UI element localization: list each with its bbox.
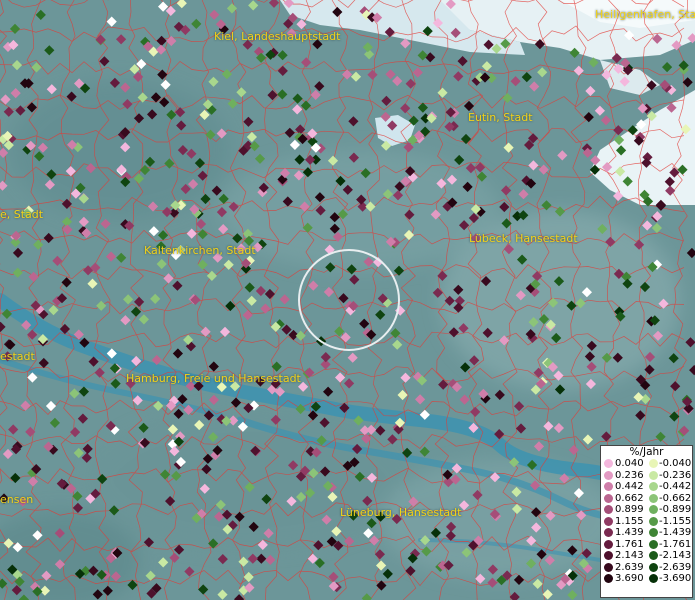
legend-swatch-negative xyxy=(649,493,658,503)
legend-value-positive: 0.236 xyxy=(615,469,644,481)
legend-swatch-positive xyxy=(604,539,613,549)
city-label-kiel: Kiel, Landeshauptstadt xyxy=(214,30,341,43)
city-label-stadt-west: e, Stadt xyxy=(0,208,44,221)
legend-swatch-positive xyxy=(604,516,613,526)
legend-swatch-negative xyxy=(649,516,658,526)
map-legend: %/Jahr 0.040 -0.040 0.236 -0.236 0.442 -0.442… xyxy=(600,445,693,598)
legend-row: 0.236 -0.236 xyxy=(601,470,692,482)
legend-value-negative: -3.690 xyxy=(659,573,692,584)
legend-swatch-positive xyxy=(604,562,613,572)
legend-swatch-negative xyxy=(649,562,658,572)
legend-swatch-negative xyxy=(649,459,658,468)
legend-value-positive: 2.143 xyxy=(615,550,644,561)
city-label-eutin: Eutin, Stadt xyxy=(468,111,533,124)
legend-value-negative: -2.639 xyxy=(659,561,692,573)
map-view[interactable]: Kiel, Landeshauptstadt Heiligenhafen, St… xyxy=(0,0,695,600)
legend-value-positive: 1.761 xyxy=(615,538,644,550)
legend-swatch-negative xyxy=(649,470,658,480)
legend-value-positive: 1.155 xyxy=(615,515,644,527)
city-label-lueneburg: Lüneburg, Hansestadt xyxy=(340,506,462,519)
legend-row: 3.690 -3.690 xyxy=(601,573,692,585)
legend-row: 1.761 -1.761 xyxy=(601,539,692,551)
legend-swatch-negative xyxy=(649,505,658,514)
legend-value-negative: -0.899 xyxy=(659,504,692,515)
legend-row: 2.639 -2.639 xyxy=(601,562,692,574)
legend-row: 0.662 -0.662 xyxy=(601,493,692,505)
legend-value-negative: -0.442 xyxy=(659,481,692,492)
legend-value-negative: -0.236 xyxy=(659,469,692,481)
legend-swatch-negative xyxy=(649,574,658,583)
legend-swatch-negative xyxy=(649,551,658,560)
city-label-hansestadt-west: estadt xyxy=(0,350,35,363)
legend-swatch-positive xyxy=(604,482,613,491)
legend-row: 2.143 -2.143 xyxy=(601,550,692,562)
city-label-luebeck: Lübeck, Hansestadt xyxy=(469,232,578,245)
legend-value-positive: 0.040 xyxy=(615,458,644,469)
legend-unit: %/Jahr xyxy=(629,446,664,458)
city-label-heiligenhafen: Heiligenhafen, Stadt xyxy=(595,8,695,21)
legend-rows: 0.040 -0.040 0.236 -0.236 0.442 -0.442 0.662 -0… xyxy=(601,458,692,585)
legend-swatch-positive xyxy=(604,459,613,468)
legend-swatch-negative xyxy=(649,482,658,491)
legend-row: 0.040 -0.040 xyxy=(601,458,692,470)
legend-value-positive: 3.690 xyxy=(615,573,644,584)
legend-value-negative: -0.040 xyxy=(659,458,692,469)
legend-value-negative: -1.761 xyxy=(659,538,692,550)
legend-swatch-positive xyxy=(604,551,613,560)
legend-row: 0.442 -0.442 xyxy=(601,481,692,493)
city-label-ensen: ensen xyxy=(0,493,34,506)
city-label-kaltenkirchen: Kaltenkirchen, Stadt xyxy=(144,244,256,257)
legend-value-negative: -1.155 xyxy=(659,515,692,527)
legend-row: 1.155 -1.155 xyxy=(601,516,692,528)
legend-row: 1.439 -1.439 xyxy=(601,527,692,539)
legend-value-negative: -1.439 xyxy=(659,527,692,538)
legend-swatch-positive xyxy=(604,470,613,480)
legend-swatch-negative xyxy=(649,528,658,537)
legend-swatch-positive xyxy=(604,493,613,503)
legend-swatch-positive xyxy=(604,574,613,583)
legend-value-negative: -2.143 xyxy=(659,550,692,561)
legend-swatch-positive xyxy=(604,505,613,514)
legend-value-positive: 2.639 xyxy=(615,561,644,573)
legend-value-positive: 0.899 xyxy=(615,504,644,515)
legend-value-negative: -0.662 xyxy=(659,492,692,504)
legend-swatch-positive xyxy=(604,528,613,537)
legend-value-positive: 1.439 xyxy=(615,527,644,538)
legend-swatch-negative xyxy=(649,539,658,549)
city-label-hamburg: Hamburg, Freie und Hansestadt xyxy=(126,372,301,385)
legend-row: 0.899 -0.899 xyxy=(601,504,692,516)
legend-value-positive: 0.442 xyxy=(615,481,644,492)
legend-value-positive: 0.662 xyxy=(615,492,644,504)
